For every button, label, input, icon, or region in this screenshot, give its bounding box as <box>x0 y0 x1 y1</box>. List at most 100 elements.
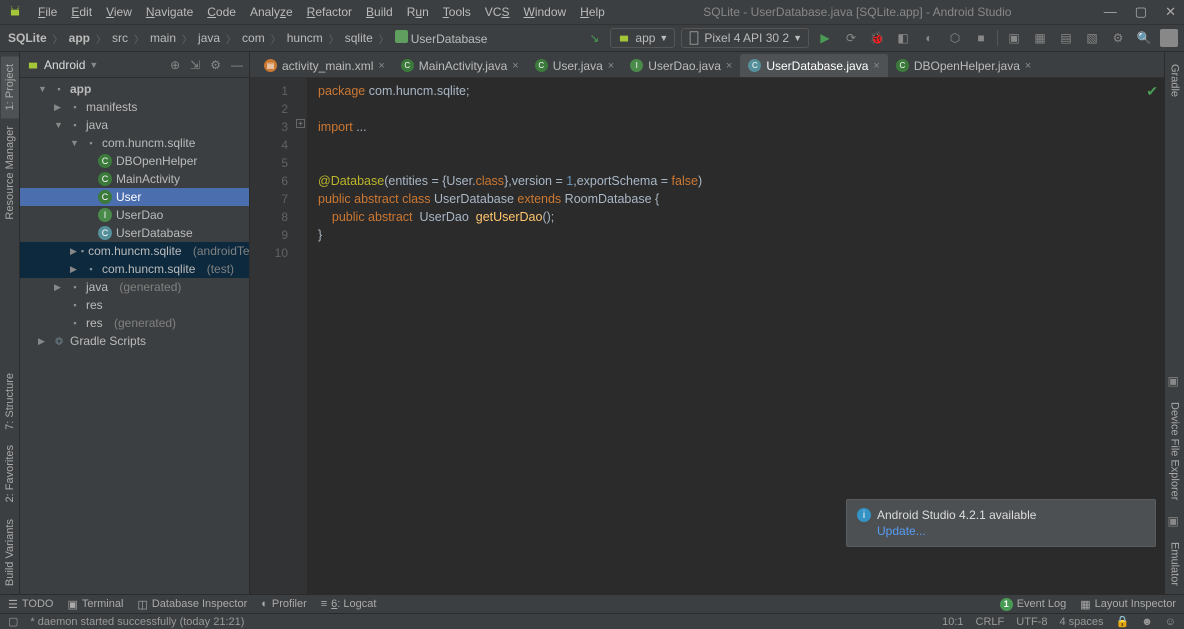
stop-button[interactable]: ■ <box>971 28 991 48</box>
menu-run[interactable]: Run <box>401 3 435 21</box>
tree-res-gen[interactable]: ▪res (generated) <box>20 314 249 332</box>
status-line-ending[interactable]: CRLF <box>976 616 1005 628</box>
device-explorer-collapse-icon[interactable]: ▣ <box>1168 374 1182 388</box>
close-tab-icon[interactable]: × <box>378 60 384 72</box>
crumb-0[interactable]: SQLite <box>6 29 49 47</box>
sync-gradle-icon[interactable]: ↘ <box>584 28 604 48</box>
status-indent[interactable]: 4 spaces <box>1059 616 1103 628</box>
tab-user[interactable]: CUser.java× <box>527 54 622 77</box>
apply-changes-icon[interactable]: ⟳ <box>841 28 861 48</box>
resource-manager-icon[interactable]: ▤ <box>1056 28 1076 48</box>
close-tab-icon[interactable]: × <box>873 60 879 72</box>
menu-view[interactable]: View <box>100 3 138 21</box>
inspection-ok-icon[interactable]: ✔ <box>1146 82 1158 100</box>
expand-all-icon[interactable]: ⇲ <box>190 58 200 72</box>
rail-emulator[interactable]: Emulator <box>1166 534 1184 594</box>
bb-event-log[interactable]: 1Event Log <box>1000 598 1067 611</box>
tree-gradle-scripts[interactable]: ▶⏣Gradle Scripts <box>20 332 249 350</box>
run-button[interactable]: ▶ <box>815 28 835 48</box>
crumb-3[interactable]: main <box>148 29 178 47</box>
rail-favorites[interactable]: 2: Favorites <box>1 437 19 510</box>
menu-window[interactable]: Window <box>517 3 572 21</box>
menu-refactor[interactable]: Refactor <box>301 3 358 21</box>
menu-vcs[interactable]: VCS <box>479 3 516 21</box>
tree-pkg-test[interactable]: ▶▪com.huncm.sqlite (test) <box>20 260 249 278</box>
pp-view-mode[interactable]: Android <box>44 58 85 72</box>
emulator-collapse-icon[interactable]: ▣ <box>1168 514 1182 528</box>
close-tab-icon[interactable]: × <box>1025 60 1031 72</box>
tree-app[interactable]: ▼▪app <box>20 80 249 98</box>
select-opened-file-icon[interactable]: ⊕ <box>170 58 180 72</box>
inspection-profile-icon[interactable]: ☻ <box>1141 616 1153 628</box>
status-window-icon[interactable]: ▢ <box>8 615 18 628</box>
lock-icon[interactable]: 🔒 <box>1115 615 1129 628</box>
tree-res[interactable]: ▪res <box>20 296 249 314</box>
menu-tools[interactable]: Tools <box>437 3 477 21</box>
bb-layout-inspector[interactable]: ▦Layout Inspector <box>1080 598 1176 611</box>
tab-activity-main[interactable]: ▤activity_main.xml× <box>256 54 393 77</box>
bb-terminal[interactable]: ▣Terminal <box>67 598 123 611</box>
chevron-down-icon[interactable]: ▼ <box>89 60 98 70</box>
user-icon[interactable] <box>1160 29 1178 47</box>
bb-db-inspector[interactable]: ◫Database Inspector <box>137 598 247 611</box>
close-tab-icon[interactable]: × <box>726 60 732 72</box>
profile-icon[interactable]: ◐ <box>919 28 939 48</box>
rail-project[interactable]: 1: Project <box>1 56 19 118</box>
menu-help[interactable]: Help <box>574 3 611 21</box>
memory-indicator-icon[interactable]: ☺ <box>1165 616 1176 628</box>
tree-file-userdatabase[interactable]: CUserDatabase <box>20 224 249 242</box>
tab-userdao[interactable]: IUserDao.java× <box>622 54 740 77</box>
settings-icon[interactable]: ⚙ <box>1108 28 1128 48</box>
coverage-icon[interactable]: ◧ <box>893 28 913 48</box>
fold-plus-icon[interactable]: + <box>296 119 305 128</box>
close-tab-icon[interactable]: × <box>512 60 518 72</box>
rail-device-file-explorer[interactable]: Device File Explorer <box>1166 394 1184 508</box>
tree-pkg-androidtest[interactable]: ▶▪com.huncm.sqlite (androidTest) <box>20 242 249 260</box>
crumb-1[interactable]: app <box>67 29 92 47</box>
bb-profiler[interactable]: ◐Profiler <box>261 598 307 610</box>
minimize-icon[interactable]: — <box>1104 4 1117 20</box>
menu-build[interactable]: Build <box>360 3 399 21</box>
sdk-manager-icon[interactable]: ▦ <box>1030 28 1050 48</box>
notification-update-link[interactable]: Update... <box>877 524 1145 538</box>
tree-file-mainactivity[interactable]: CMainActivity <box>20 170 249 188</box>
avd-manager-icon[interactable]: ▣ <box>1004 28 1024 48</box>
close-icon[interactable]: ✕ <box>1165 4 1176 20</box>
hide-icon[interactable]: — <box>231 58 243 72</box>
tree-manifests[interactable]: ▶▪manifests <box>20 98 249 116</box>
tab-dbopenhelper[interactable]: CDBOpenHelper.java× <box>888 54 1040 77</box>
crumb-4[interactable]: java <box>196 29 222 47</box>
tree-file-user[interactable]: CUser <box>20 188 249 206</box>
menu-code[interactable]: Code <box>201 3 242 21</box>
bb-logcat[interactable]: ≡6: Logcat <box>321 598 377 610</box>
tab-mainactivity[interactable]: CMainActivity.java× <box>393 54 527 77</box>
tab-userdatabase[interactable]: CUserDatabase.java× <box>740 54 888 77</box>
run-config-select[interactable]: app ▼ <box>610 28 675 48</box>
menu-edit[interactable]: Edit <box>65 3 98 21</box>
crumb-6[interactable]: huncm <box>285 29 325 47</box>
menu-navigate[interactable]: Navigate <box>140 3 199 21</box>
close-tab-icon[interactable]: × <box>608 60 614 72</box>
rail-gradle[interactable]: Gradle <box>1166 56 1184 105</box>
maximize-icon[interactable]: ▢ <box>1135 4 1147 20</box>
menu-analyze[interactable]: Analyze <box>244 3 299 21</box>
rail-build-variants[interactable]: Build Variants <box>1 511 19 594</box>
status-encoding[interactable]: UTF-8 <box>1016 616 1047 628</box>
debug-icon[interactable]: 🐞 <box>867 28 887 48</box>
bb-todo[interactable]: ☰TODO <box>8 598 53 611</box>
tree-java-gen[interactable]: ▶▪java (generated) <box>20 278 249 296</box>
rail-resource-manager[interactable]: Resource Manager <box>1 118 19 228</box>
tree-file-dbopenhelper[interactable]: CDBOpenHelper <box>20 152 249 170</box>
settings-icon[interactable]: ⚙ <box>210 58 221 72</box>
tree-java[interactable]: ▼▪java <box>20 116 249 134</box>
attach-debugger-icon[interactable]: ⬡ <box>945 28 965 48</box>
crumb-2[interactable]: src <box>110 29 130 47</box>
search-everywhere-icon[interactable]: 🔍 <box>1134 28 1154 48</box>
rail-structure[interactable]: 7: Structure <box>1 365 19 438</box>
crumb-8[interactable]: UserDatabase <box>393 28 490 48</box>
menu-file[interactable]: File <box>32 3 63 21</box>
tree-pkg-main[interactable]: ▼▪com.huncm.sqlite <box>20 134 249 152</box>
crumb-5[interactable]: com <box>240 29 267 47</box>
status-caret-pos[interactable]: 10:1 <box>942 616 963 628</box>
device-select[interactable]: Pixel 4 API 30 2 ▼ <box>681 28 809 48</box>
